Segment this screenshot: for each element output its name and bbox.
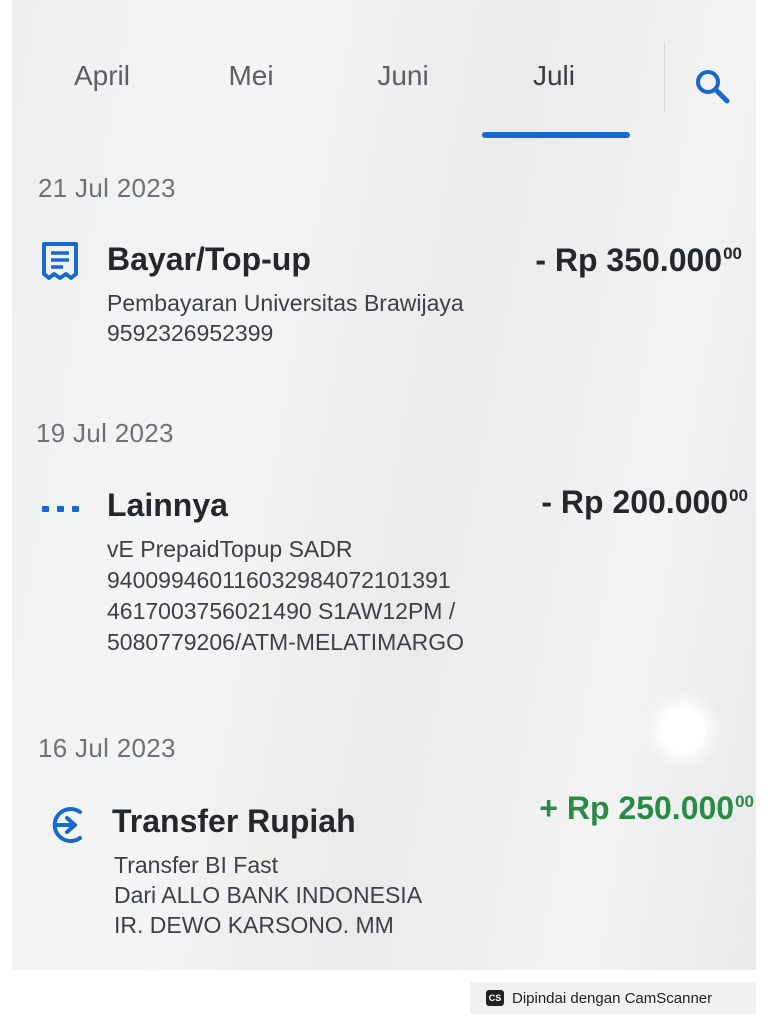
tab-mei[interactable]: Mei xyxy=(220,60,282,92)
detail-line: Transfer BI Fast xyxy=(114,852,279,878)
transaction-details: Pembayaran Universitas Brawijaya 9592326… xyxy=(107,288,464,348)
tab-april[interactable]: April xyxy=(64,60,140,92)
transaction-item[interactable]: Bayar/Top-up - Rp 350.00000 Pembayaran U… xyxy=(12,236,756,356)
transaction-amount: + Rp 250.00000 xyxy=(539,790,754,826)
receipt-icon xyxy=(38,240,82,289)
transaction-item[interactable]: Transfer Rupiah + Rp 250.00000 Transfer … xyxy=(12,790,756,940)
detail-line: Pembayaran Universitas Brawijaya xyxy=(107,290,464,316)
date-header: 16 Jul 2023 xyxy=(38,733,176,763)
transaction-details: Transfer BI Fast Dari ALLO BANK INDONESI… xyxy=(114,850,422,940)
detail-line: 9592326952399 xyxy=(107,320,274,346)
detail-line: IR. DEWO KARSONO. MM xyxy=(114,912,394,938)
tab-divider xyxy=(664,42,665,112)
tab-juni[interactable]: Juni xyxy=(368,60,438,92)
detail-line: 4617003756021490 S1AW12PM / xyxy=(107,598,456,624)
more-dots-icon xyxy=(42,502,84,520)
date-header: 19 Jul 2023 xyxy=(36,418,174,448)
transaction-amount: - Rp 350.00000 xyxy=(535,242,742,278)
scanner-watermark: CS Dipindai dengan CamScanner xyxy=(470,982,756,1014)
detail-line: Dari ALLO BANK INDONESIA xyxy=(114,882,423,908)
transaction-amount: - Rp 200.00000 xyxy=(541,484,748,520)
transfer-in-icon xyxy=(44,802,90,853)
transaction-title: Lainnya xyxy=(107,487,228,523)
phone-screen: April Mei Juni Juli 21 Jul 2023 Bayar/To… xyxy=(12,0,756,970)
camscanner-logo: CS xyxy=(486,990,504,1006)
search-icon xyxy=(696,70,730,104)
transaction-details: vE PrepaidTopup SADR 9400994601160329840… xyxy=(107,534,464,658)
tab-juli[interactable]: Juli xyxy=(522,60,586,92)
light-glare xyxy=(660,707,706,753)
detail-line: 940099460116032984072101391 xyxy=(107,567,451,593)
transaction-title: Transfer Rupiah xyxy=(112,803,356,839)
transaction-title: Bayar/Top-up xyxy=(107,241,311,277)
month-tabs: April Mei Juni Juli xyxy=(12,0,756,140)
detail-line: vE PrepaidTopup SADR xyxy=(107,536,353,562)
watermark-text: Dipindai dengan CamScanner xyxy=(512,989,713,1007)
date-header: 21 Jul 2023 xyxy=(38,173,176,203)
active-tab-indicator xyxy=(482,132,630,138)
search-button[interactable] xyxy=(692,66,732,106)
detail-line: 5080779206/ATM-MELATIMARGO xyxy=(107,629,465,655)
transaction-item[interactable]: Lainnya - Rp 200.00000 vE PrepaidTopup S… xyxy=(12,484,756,664)
